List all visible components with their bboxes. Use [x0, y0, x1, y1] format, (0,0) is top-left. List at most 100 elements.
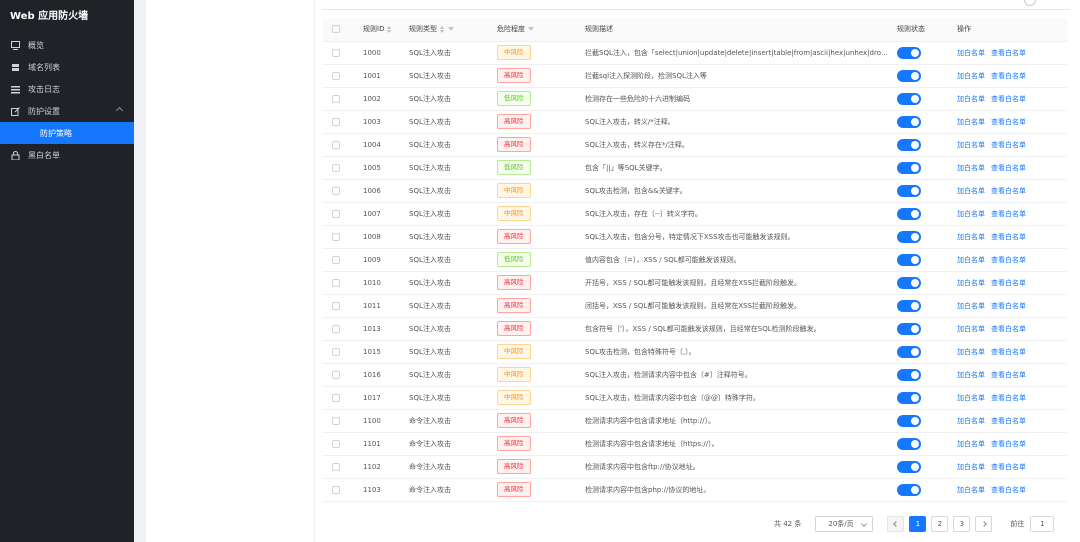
rule-status-toggle[interactable]	[897, 391, 921, 404]
view-whitelist-link[interactable]: 查看白名单	[991, 210, 1026, 218]
add-whitelist-link[interactable]: 加白名单	[957, 233, 985, 241]
rule-status-toggle[interactable]	[897, 69, 921, 82]
view-whitelist-link[interactable]: 查看白名单	[991, 371, 1026, 379]
view-whitelist-link[interactable]: 查看白名单	[991, 49, 1026, 57]
rule-status-toggle[interactable]	[897, 253, 921, 266]
header-danger-level[interactable]: 危险程度	[497, 25, 525, 33]
row-checkbox[interactable]	[332, 209, 340, 218]
sort-icon[interactable]	[387, 25, 392, 33]
rule-status-toggle[interactable]	[897, 299, 921, 312]
rule-status-toggle[interactable]	[897, 138, 921, 151]
sidebar-item-domains[interactable]: 域名列表	[0, 56, 134, 78]
add-whitelist-link[interactable]: 加白名单	[957, 210, 985, 218]
row-checkbox[interactable]	[332, 324, 340, 333]
row-checkbox[interactable]	[332, 485, 340, 494]
view-whitelist-link[interactable]: 查看白名单	[991, 72, 1026, 80]
view-whitelist-link[interactable]: 查看白名单	[991, 141, 1026, 149]
rule-status-toggle[interactable]	[897, 345, 921, 358]
rule-status-toggle[interactable]	[897, 207, 921, 220]
jump-page-input[interactable]: 1	[1030, 516, 1055, 532]
add-whitelist-link[interactable]: 加白名单	[957, 279, 985, 287]
view-whitelist-link[interactable]: 查看白名单	[991, 302, 1026, 310]
row-checkbox[interactable]	[332, 163, 340, 172]
view-whitelist-link[interactable]: 查看白名单	[991, 440, 1026, 448]
header-rule-type[interactable]: 规则类型	[409, 25, 437, 33]
sidebar-item-protection-policy[interactable]: 防护策略	[0, 122, 134, 144]
page-button-1[interactable]: 1	[909, 516, 927, 532]
view-whitelist-link[interactable]: 查看白名单	[991, 463, 1026, 471]
rule-status-toggle[interactable]	[897, 115, 921, 128]
rule-status-toggle[interactable]	[897, 161, 921, 174]
rule-status-toggle[interactable]	[897, 322, 921, 335]
view-whitelist-link[interactable]: 查看白名单	[991, 256, 1026, 264]
rule-status-toggle[interactable]	[897, 92, 921, 105]
add-whitelist-link[interactable]: 加白名单	[957, 371, 985, 379]
next-page-button[interactable]	[975, 516, 993, 532]
view-whitelist-link[interactable]: 查看白名单	[991, 486, 1026, 494]
rule-status-toggle[interactable]	[897, 230, 921, 243]
view-whitelist-link[interactable]: 查看白名单	[991, 187, 1026, 195]
view-whitelist-link[interactable]: 查看白名单	[991, 164, 1026, 172]
add-whitelist-link[interactable]: 加白名单	[957, 394, 985, 402]
add-whitelist-link[interactable]: 加白名单	[957, 417, 985, 425]
row-checkbox[interactable]	[332, 393, 340, 402]
row-checkbox[interactable]	[332, 232, 340, 241]
row-checkbox[interactable]	[332, 255, 340, 264]
view-whitelist-link[interactable]: 查看白名单	[991, 394, 1026, 402]
row-checkbox[interactable]	[332, 439, 340, 448]
rule-status-toggle[interactable]	[897, 276, 921, 289]
rule-status-toggle[interactable]	[897, 46, 921, 59]
row-checkbox[interactable]	[332, 186, 340, 195]
add-whitelist-link[interactable]: 加白名单	[957, 118, 985, 126]
row-checkbox[interactable]	[332, 71, 340, 80]
row-checkbox[interactable]	[332, 462, 340, 471]
page-button-2[interactable]: 2	[931, 516, 949, 532]
page-size-select[interactable]: 20条/页	[815, 516, 874, 532]
rule-status-toggle[interactable]	[897, 460, 921, 473]
rule-status-toggle[interactable]	[897, 184, 921, 197]
header-rule-id[interactable]: 规则ID	[363, 25, 384, 33]
row-checkbox[interactable]	[332, 370, 340, 379]
rule-status-toggle[interactable]	[897, 368, 921, 381]
add-whitelist-link[interactable]: 加白名单	[957, 486, 985, 494]
rule-status-toggle[interactable]	[897, 414, 921, 427]
row-checkbox[interactable]	[332, 301, 340, 310]
filter-icon[interactable]	[528, 27, 534, 32]
view-whitelist-link[interactable]: 查看白名单	[991, 417, 1026, 425]
add-whitelist-link[interactable]: 加白名单	[957, 256, 985, 264]
select-all-checkbox[interactable]	[332, 25, 340, 34]
sort-icon[interactable]	[440, 25, 445, 33]
sidebar-item-attack-logs[interactable]: 攻击日志	[0, 78, 134, 100]
add-whitelist-link[interactable]: 加白名单	[957, 302, 985, 310]
sidebar-item-blacklist-whitelist[interactable]: 黑白名单	[0, 144, 134, 166]
view-whitelist-link[interactable]: 查看白名单	[991, 279, 1026, 287]
add-whitelist-link[interactable]: 加白名单	[957, 141, 985, 149]
row-checkbox[interactable]	[332, 278, 340, 287]
filter-icon[interactable]	[448, 27, 454, 32]
add-whitelist-link[interactable]: 加白名单	[957, 95, 985, 103]
row-checkbox[interactable]	[332, 117, 340, 126]
add-whitelist-link[interactable]: 加白名单	[957, 164, 985, 172]
view-whitelist-link[interactable]: 查看白名单	[991, 325, 1026, 333]
add-whitelist-link[interactable]: 加白名单	[957, 440, 985, 448]
rule-status-toggle[interactable]	[897, 483, 921, 496]
view-whitelist-link[interactable]: 查看白名单	[991, 118, 1026, 126]
add-whitelist-link[interactable]: 加白名单	[957, 463, 985, 471]
sidebar-item-protection-settings[interactable]: 防护设置	[0, 100, 134, 122]
view-whitelist-link[interactable]: 查看白名单	[991, 233, 1026, 241]
row-checkbox[interactable]	[332, 347, 340, 356]
add-whitelist-link[interactable]: 加白名单	[957, 348, 985, 356]
row-checkbox[interactable]	[332, 48, 340, 57]
row-checkbox[interactable]	[332, 416, 340, 425]
add-whitelist-link[interactable]: 加白名单	[957, 187, 985, 195]
row-checkbox[interactable]	[332, 140, 340, 149]
add-whitelist-link[interactable]: 加白名单	[957, 72, 985, 80]
page-button-3[interactable]: 3	[953, 516, 971, 532]
rule-status-toggle[interactable]	[897, 437, 921, 450]
prev-page-button[interactable]	[887, 516, 905, 532]
add-whitelist-link[interactable]: 加白名单	[957, 49, 985, 57]
view-whitelist-link[interactable]: 查看白名单	[991, 95, 1026, 103]
sidebar-item-overview[interactable]: 概览	[0, 34, 134, 56]
view-whitelist-link[interactable]: 查看白名单	[991, 348, 1026, 356]
row-checkbox[interactable]	[332, 94, 340, 103]
